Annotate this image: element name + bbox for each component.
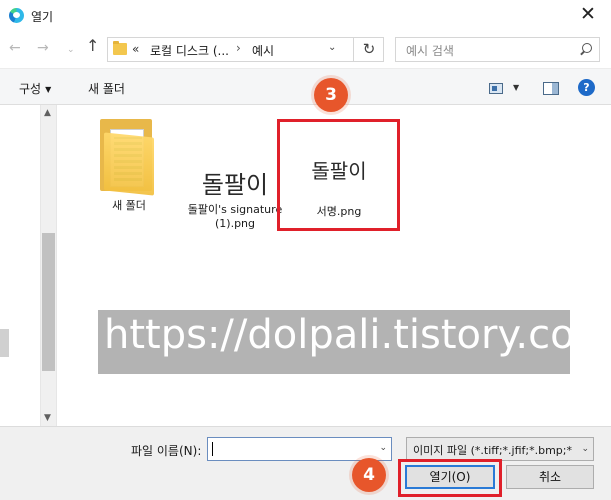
file-name: 새 폴더 <box>112 199 146 212</box>
folder-icon <box>100 119 158 196</box>
navigation-bar: ← → ⌄ ↑ « 로컬 디스크 (... › 예시 ⌄ ↻ 예시 검색 <box>0 31 611 68</box>
filetype-value: 이미지 파일 (*.tiff;*.jfif;*.bmp;* <box>413 444 572 457</box>
step-3-badge: 3 <box>314 78 348 112</box>
chevron-down-icon: ⌄ <box>579 444 589 454</box>
breadcrumb-separator-icon[interactable]: › <box>236 41 241 55</box>
selection-highlight-box <box>277 119 400 231</box>
open-button[interactable]: 열기(O) <box>405 465 495 489</box>
search-icon <box>582 43 592 53</box>
text-cursor <box>212 442 213 456</box>
search-input[interactable]: 예시 검색 <box>395 37 600 62</box>
new-folder-button[interactable]: 새 폴더 <box>88 80 125 97</box>
command-bar: 구성 ▼ 새 폴더 ▼ ? <box>0 68 611 105</box>
filename-dropdown-icon[interactable]: ⌄ <box>379 443 387 453</box>
filetype-select[interactable]: 이미지 파일 (*.tiff;*.jfif;*.bmp;* ⌄ <box>406 437 594 461</box>
help-icon[interactable]: ? <box>578 79 595 96</box>
address-dropdown-icon[interactable]: ⌄ <box>328 42 336 53</box>
scroll-down-arrow-icon[interactable]: ▼ <box>44 413 51 423</box>
breadcrumb-drive[interactable]: 로컬 디스크 (... <box>150 42 229 59</box>
scroll-up-arrow-icon[interactable]: ▲ <box>44 108 51 118</box>
file-list: 새 폴더 돌팔이 돌팔이's signature (1).png 돌팔이 서명.… <box>57 105 611 426</box>
edge-app-icon <box>9 8 24 23</box>
breadcrumb-folder[interactable]: 예시 <box>252 42 274 59</box>
folder-icon <box>113 41 127 55</box>
title-bar: 열기 ✕ <box>0 0 611 31</box>
step-4-badge: 4 <box>352 458 386 492</box>
scroll-thumb[interactable] <box>42 233 55 371</box>
file-item-new-folder[interactable]: 새 폴더 <box>89 119 169 213</box>
organize-button[interactable]: 구성 ▼ <box>19 80 51 97</box>
chevron-down-icon: ▼ <box>45 85 52 94</box>
navigation-pane <box>0 105 40 426</box>
address-bar[interactable]: « 로컬 디스크 (... › 예시 ⌄ ↻ <box>107 37 384 62</box>
filename-input[interactable]: ⌄ <box>207 437 392 461</box>
preview-pane-icon[interactable] <box>543 82 559 95</box>
breadcrumb-overflow[interactable]: « <box>132 42 139 56</box>
file-item-signature[interactable]: 돌팔이 돌팔이's signature (1).png <box>180 157 290 231</box>
recent-locations-chevron-icon[interactable]: ⌄ <box>67 43 75 57</box>
forward-arrow-icon[interactable]: → <box>37 41 49 55</box>
refresh-button[interactable]: ↻ <box>353 38 384 61</box>
file-name: 돌팔이's signature (1).png <box>187 203 283 230</box>
navigation-pane-scroll-stub[interactable] <box>0 329 9 357</box>
filename-label: 파일 이름(N): <box>131 444 202 458</box>
search-placeholder: 예시 검색 <box>406 44 454 58</box>
image-thumbnail: 돌팔이 <box>187 157 283 201</box>
organize-label: 구성 <box>19 82 42 96</box>
cancel-button[interactable]: 취소 <box>506 465 594 489</box>
watermark-text: https://dolpali.tistory.com <box>104 312 611 358</box>
view-options-icon[interactable] <box>489 83 503 94</box>
watermark-banner: https://dolpali.tistory.com <box>98 310 611 374</box>
close-button[interactable]: ✕ <box>565 0 611 31</box>
vertical-scrollbar[interactable]: ▲ ▼ <box>40 105 57 426</box>
back-arrow-icon[interactable]: ← <box>9 41 21 55</box>
view-dropdown-icon[interactable]: ▼ <box>513 83 519 92</box>
up-arrow-icon[interactable]: ↑ <box>86 38 99 54</box>
window-title: 열기 <box>31 10 54 24</box>
thumbnail-text: 돌팔이 <box>201 171 269 199</box>
bottom-bar: 파일 이름(N): ⌄ 이미지 파일 (*.tiff;*.jfif;*.bmp;… <box>0 426 611 500</box>
